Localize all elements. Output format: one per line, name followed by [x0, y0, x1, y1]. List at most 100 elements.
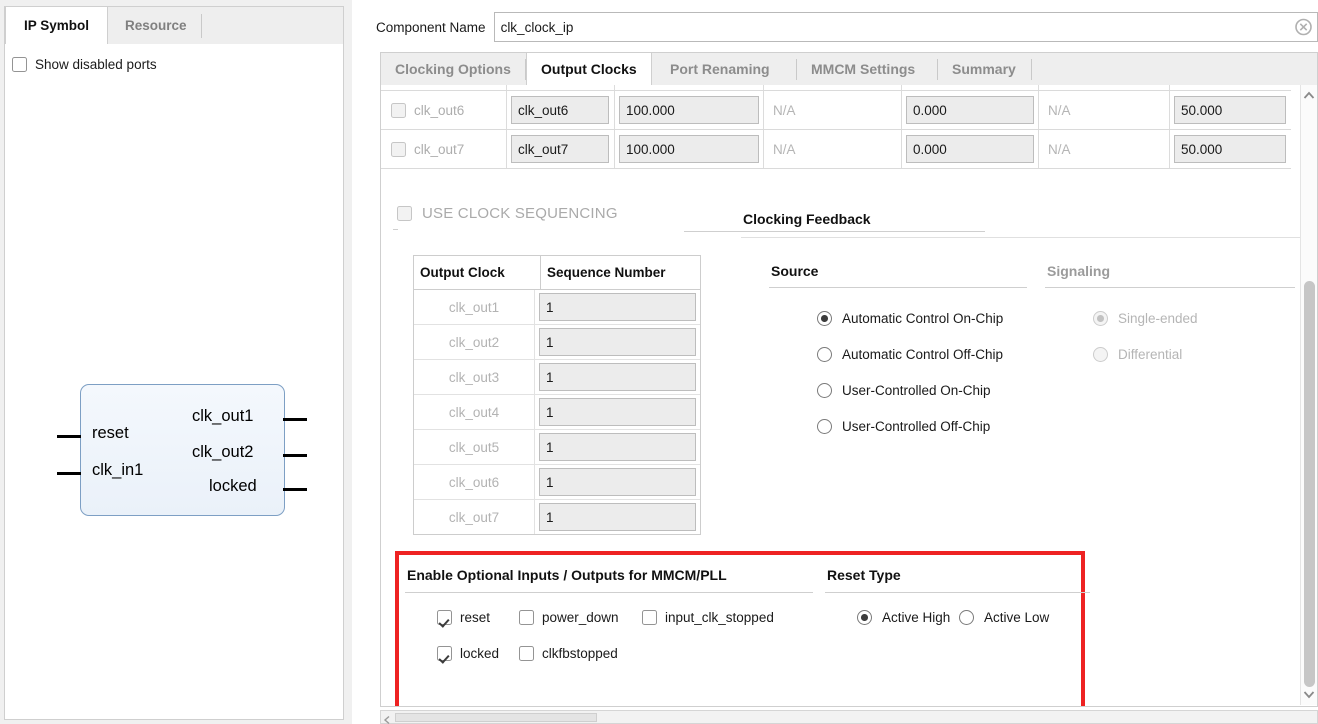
vertical-scrollbar-thumb[interactable] — [1304, 281, 1315, 687]
row-phase-req-cell[interactable]: 0.000 — [906, 85, 1034, 90]
row-freq-actual-value: N/A — [773, 141, 796, 157]
row-name-cell[interactable]: clk_out6 — [511, 91, 609, 129]
row-duty-req-cell[interactable]: 50.000 — [1174, 85, 1286, 90]
checkbox-input-clk-stopped[interactable]: input_clk_stopped — [642, 610, 774, 625]
sequence-clock-label: clk_out2 — [414, 325, 535, 359]
column-divider — [901, 130, 902, 168]
row-phase-actual-cell: N/A — [1048, 85, 1071, 90]
ip-symbol-diagram: reset clk_in1 clk_out1 clk_out2 locked — [57, 374, 307, 539]
use-clock-sequencing-checkbox[interactable]: USE CLOCK SEQUENCING — [397, 205, 618, 222]
tab-ip-symbol[interactable]: IP Symbol — [5, 7, 109, 45]
row-enable-checkbox[interactable]: clk_out7 — [391, 130, 464, 168]
column-header-output-clock: Output Clock — [414, 256, 541, 289]
radio-label: Automatic Control On-Chip — [842, 311, 1004, 326]
component-name-input[interactable]: clk_clock_ip — [493, 12, 1318, 42]
tab-summary[interactable]: Summary — [938, 53, 1030, 86]
row-name-input[interactable]: clk_out7 — [511, 135, 609, 163]
checkbox-label: input_clk_stopped — [665, 610, 774, 625]
table-row[interactable]: clk_out6 1 — [414, 465, 700, 500]
row-duty-req-cell[interactable]: 50.000 — [1174, 130, 1286, 168]
tab-resource-label: Resource — [125, 18, 187, 33]
tab-resource[interactable]: Resource — [107, 7, 205, 45]
show-disabled-ports-checkbox[interactable]: Show disabled ports — [12, 57, 157, 72]
table-row[interactable]: clk_out6 clk_out6 100.000 N/A 0.000 N/A … — [381, 91, 1291, 130]
radio-active-low[interactable]: Active Low — [959, 610, 1049, 625]
section-tick — [393, 229, 398, 230]
checkbox-icon — [391, 102, 406, 118]
row-freq-requested-input[interactable]: 100.000 — [619, 96, 759, 124]
row-phase-req-cell[interactable]: 0.000 — [906, 91, 1034, 129]
sequence-clock-label: clk_out5 — [414, 430, 535, 464]
sequence-number-input[interactable]: 1 — [539, 293, 696, 321]
row-freq-req-cell[interactable]: 100.000 — [619, 91, 759, 129]
radio-user-controlled-on-chip[interactable]: User-Controlled On-Chip — [817, 383, 991, 398]
sequence-number-input[interactable]: 1 — [539, 363, 696, 391]
row-phase-requested-input[interactable]: 0.000 — [906, 135, 1034, 163]
row-name-cell[interactable]: clk_out5 — [511, 85, 609, 90]
checkbox-icon — [12, 57, 27, 72]
radio-icon — [857, 610, 872, 625]
table-row[interactable]: clk_out5 1 — [414, 430, 700, 465]
sequence-number-input[interactable]: 1 — [539, 468, 696, 496]
table-row[interactable]: clk_out7 1 — [414, 500, 700, 534]
radio-automatic-control-off-chip[interactable]: Automatic Control Off-Chip — [817, 347, 1003, 362]
radio-label: User-Controlled On-Chip — [842, 383, 991, 398]
row-duty-requested-input[interactable]: 50.000 — [1174, 96, 1286, 124]
chevron-up-icon[interactable] — [1301, 87, 1317, 104]
sequence-number-input[interactable]: 1 — [539, 433, 696, 461]
tab-clocking-options[interactable]: Clocking Options — [381, 53, 525, 86]
horizontal-scrollbar[interactable] — [380, 710, 1318, 724]
chevron-left-icon[interactable] — [382, 713, 393, 724]
column-divider — [506, 91, 507, 129]
row-freq-requested-input[interactable]: 100.000 — [619, 135, 759, 163]
checkbox-clkfbstopped[interactable]: clkfbstopped — [519, 646, 618, 661]
port-label-clk-in1: clk_in1 — [92, 461, 144, 479]
radio-label: Active Low — [984, 610, 1050, 625]
ip-symbol-canvas: Show disabled ports reset clk_in1 clk_ou… — [4, 44, 344, 720]
table-row[interactable]: clk_out1 1 — [414, 290, 700, 325]
row-freq-req-cell[interactable]: 100.000 — [619, 130, 759, 168]
reset-type-title: Reset Type — [827, 567, 901, 583]
output-pin-clk-out2 — [283, 454, 307, 457]
row-enable-checkbox[interactable]: clk_out5 — [391, 85, 464, 90]
table-row[interactable]: clk_out4 1 — [414, 395, 700, 430]
sequence-clock-label: clk_out7 — [414, 500, 535, 534]
row-phase-req-cell[interactable]: 0.000 — [906, 130, 1034, 168]
sequence-number-input[interactable]: 1 — [539, 328, 696, 356]
checkbox-power-down[interactable]: power_down — [519, 610, 619, 625]
column-divider — [901, 91, 902, 129]
row-duty-req-cell[interactable]: 50.000 — [1174, 91, 1286, 129]
vertical-scrollbar[interactable] — [1300, 85, 1317, 705]
tab-output-clocks[interactable]: Output Clocks — [526, 53, 652, 86]
sequence-number-input[interactable]: 1 — [539, 398, 696, 426]
source-group-title: Source — [771, 263, 819, 279]
row-phase-requested-input[interactable]: 0.000 — [906, 96, 1034, 124]
clear-circle-icon[interactable] — [1295, 18, 1312, 36]
row-enable-checkbox[interactable]: clk_out6 — [391, 91, 464, 129]
output-clocks-content: clk_out5 clk_out5 100.000 N/A — [380, 85, 1318, 707]
sequence-number-input[interactable]: 1 — [539, 503, 696, 531]
chevron-down-icon[interactable] — [1301, 686, 1317, 703]
row-freq-req-cell[interactable]: 100.000 — [619, 85, 759, 90]
radio-active-high[interactable]: Active High — [857, 610, 950, 625]
radio-label: Automatic Control Off-Chip — [842, 347, 1004, 362]
tab-output-clocks-label: Output Clocks — [541, 61, 637, 77]
row-port-label: clk_out6 — [414, 102, 465, 118]
checkbox-reset[interactable]: reset — [437, 610, 490, 625]
table-row[interactable]: clk_out2 1 — [414, 325, 700, 360]
table-row[interactable]: clk_out3 1 — [414, 360, 700, 395]
row-duty-requested-input[interactable]: 50.000 — [1174, 135, 1286, 163]
output-pin-clk-out1 — [283, 418, 307, 421]
horizontal-scrollbar-thumb[interactable] — [395, 713, 597, 722]
row-name-input[interactable]: clk_out6 — [511, 96, 609, 124]
row-name-cell[interactable]: clk_out7 — [511, 130, 609, 168]
radio-automatic-control-on-chip[interactable]: Automatic Control On-Chip — [817, 311, 1003, 326]
use-clock-sequencing-label: USE CLOCK SEQUENCING — [422, 205, 618, 222]
tab-port-renaming[interactable]: Port Renaming — [656, 53, 784, 86]
checkbox-label: power_down — [542, 610, 619, 625]
table-row[interactable]: clk_out7 clk_out7 100.000 N/A 0.000 N/A … — [381, 130, 1291, 169]
section-underline — [405, 592, 813, 593]
checkbox-locked[interactable]: locked — [437, 646, 499, 661]
radio-user-controlled-off-chip[interactable]: User-Controlled Off-Chip — [817, 419, 990, 434]
tab-mmcm-settings[interactable]: MMCM Settings — [797, 53, 929, 86]
